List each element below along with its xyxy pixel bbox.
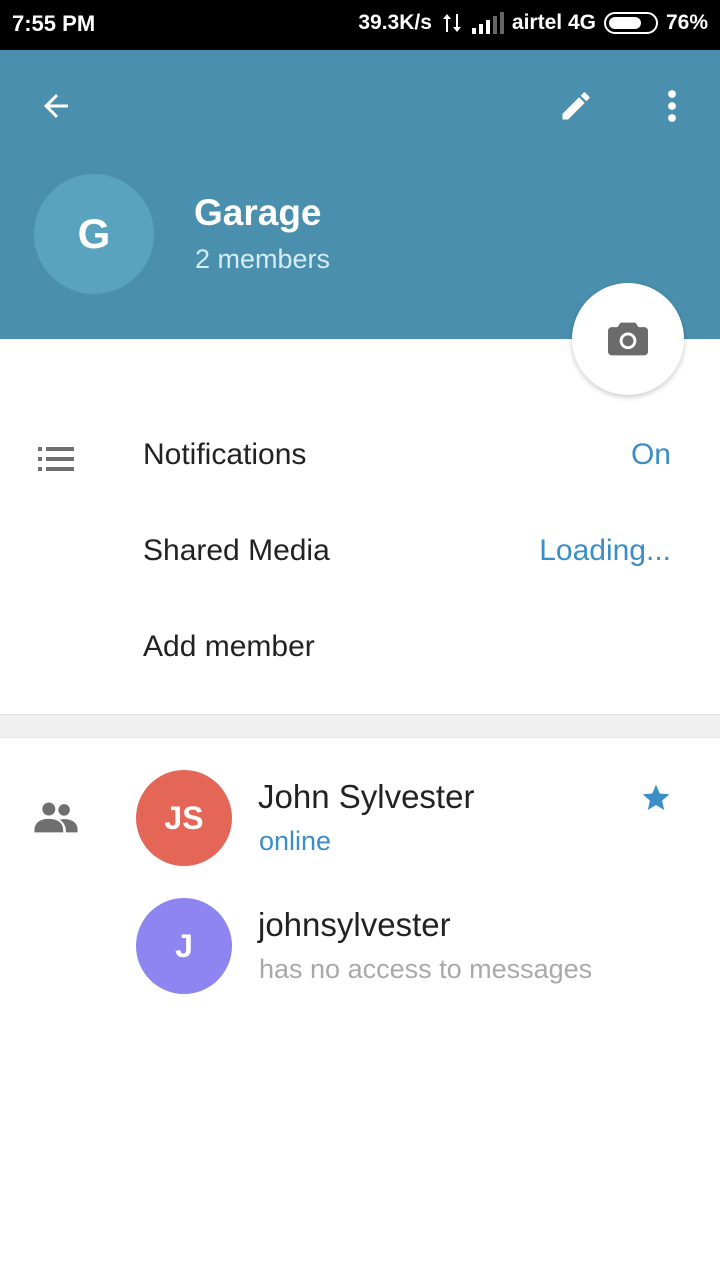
camera-icon bbox=[608, 322, 648, 356]
back-button[interactable] bbox=[30, 80, 82, 132]
member-avatar: JS bbox=[136, 770, 232, 866]
group-members-count: 2 members bbox=[195, 244, 331, 274]
shared-media-row[interactable]: Shared Media Loading... bbox=[0, 506, 720, 602]
battery-percent: 76% bbox=[665, 11, 708, 34]
pencil-icon bbox=[562, 92, 590, 120]
notifications-value: On bbox=[630, 438, 671, 471]
group-avatar[interactable]: G bbox=[34, 174, 154, 294]
member-name: John Sylvester bbox=[258, 778, 475, 815]
notifications-row[interactable]: Notifications On bbox=[0, 410, 720, 506]
data-transfer-icon bbox=[442, 14, 461, 32]
battery-icon bbox=[603, 12, 658, 34]
carrier-name: airtel 4G bbox=[511, 11, 596, 34]
edit-button[interactable] bbox=[550, 80, 602, 132]
status-time: 7:55 PM bbox=[12, 11, 96, 36]
more-vertical-icon bbox=[668, 90, 676, 122]
group-name: Garage bbox=[194, 192, 322, 233]
member-row[interactable]: J johnsylvester has no access to message… bbox=[0, 898, 720, 1026]
member-name: johnsylvester bbox=[258, 906, 451, 943]
list-icon bbox=[38, 447, 74, 471]
add-member-row[interactable]: Add member bbox=[0, 602, 720, 698]
member-avatar: J bbox=[136, 898, 232, 994]
arrow-left-icon bbox=[44, 94, 68, 118]
shared-media-value: Loading... bbox=[539, 534, 671, 567]
member-row[interactable]: JS John Sylvester online bbox=[0, 770, 720, 898]
signal-strength-icon bbox=[471, 12, 504, 34]
member-status: has no access to messages bbox=[259, 954, 593, 984]
set-photo-button[interactable] bbox=[572, 283, 684, 395]
shared-media-label: Shared Media bbox=[143, 534, 330, 567]
status-bar: 7:55 PM 39.3K/s airtel 4G 76% bbox=[0, 0, 720, 50]
status-indicators: 39.3K/s airtel 4G 76% bbox=[358, 11, 708, 35]
member-status: online bbox=[259, 826, 332, 856]
add-member-label: Add member bbox=[143, 630, 315, 663]
more-options-button[interactable] bbox=[650, 80, 694, 132]
star-icon bbox=[642, 784, 670, 810]
section-divider bbox=[0, 714, 720, 738]
notifications-label: Notifications bbox=[143, 438, 307, 471]
network-speed: 39.3K/s bbox=[358, 11, 432, 34]
